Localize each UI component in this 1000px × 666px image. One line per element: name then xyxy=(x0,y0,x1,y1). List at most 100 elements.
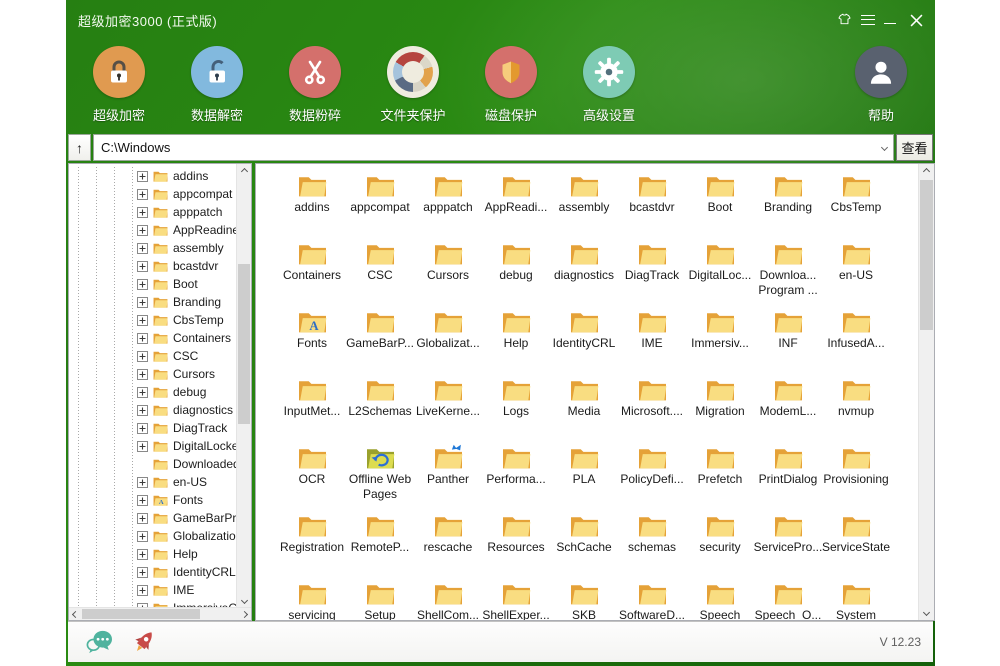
tree-expand-icon[interactable] xyxy=(137,243,148,254)
tree-item[interactable]: A DigitalLocker xyxy=(69,437,236,455)
file-grid-item[interactable]: A LiveKerne... xyxy=(414,376,482,444)
file-grid-item[interactable]: A IME xyxy=(618,308,686,376)
file-grid-item[interactable]: A AppReadi... xyxy=(482,172,550,240)
scrollbar-thumb[interactable] xyxy=(920,180,933,330)
toolbar-button-shred[interactable]: 数据粉碎 xyxy=(266,40,364,132)
tree-expand-icon[interactable] xyxy=(137,531,148,542)
file-grid-item[interactable]: A debug xyxy=(482,240,550,308)
file-grid-item[interactable]: A Media xyxy=(550,376,618,444)
toolbar-button-super-encrypt[interactable]: 超级加密 xyxy=(70,40,168,132)
scroll-up-button[interactable] xyxy=(919,164,934,179)
tree-item[interactable]: A en-US xyxy=(69,473,236,491)
file-grid-item[interactable]: A Microsoft.... xyxy=(618,376,686,444)
tree-expand-icon[interactable] xyxy=(137,297,148,308)
tree-expand-icon[interactable] xyxy=(137,261,148,272)
tree-item[interactable]: A Branding xyxy=(69,293,236,311)
file-grid-item[interactable]: A Speech xyxy=(686,580,754,620)
scroll-down-button[interactable] xyxy=(237,593,251,607)
tree-item[interactable]: A Boot xyxy=(69,275,236,293)
file-grid-item[interactable]: A Provisioning xyxy=(822,444,890,512)
chevron-down-icon[interactable] xyxy=(881,144,888,151)
main-menu-button[interactable] xyxy=(859,11,877,29)
tree-expand-icon[interactable] xyxy=(137,315,148,326)
file-grid-item[interactable]: A addins xyxy=(278,172,346,240)
tree-item[interactable]: A addins xyxy=(69,167,236,185)
tree-vertical-scrollbar[interactable] xyxy=(236,164,251,607)
toolbar-button-decrypt[interactable]: 数据解密 xyxy=(168,40,266,132)
toolbar-button-help[interactable]: 帮助 xyxy=(832,40,930,132)
tree-expand-icon[interactable] xyxy=(137,423,148,434)
tree-item[interactable]: A Cursors xyxy=(69,365,236,383)
grid-vertical-scrollbar[interactable] xyxy=(918,164,934,620)
tree-item[interactable]: A appcompat xyxy=(69,185,236,203)
scrollbar-thumb[interactable] xyxy=(82,609,200,619)
tree-item[interactable]: A Fonts xyxy=(69,491,236,509)
tree-expand-icon[interactable] xyxy=(137,207,148,218)
tree-item[interactable]: A bcastdvr xyxy=(69,257,236,275)
file-grid-item[interactable]: A appcompat xyxy=(346,172,414,240)
file-grid-item[interactable]: A RemoteP... xyxy=(346,512,414,580)
file-grid-item[interactable]: A Resources xyxy=(482,512,550,580)
scroll-left-button[interactable] xyxy=(69,608,82,620)
tree-expand-icon[interactable] xyxy=(137,171,148,182)
tree-item[interactable]: A IdentityCRL xyxy=(69,563,236,581)
file-grid-item[interactable]: A Containers xyxy=(278,240,346,308)
tree-item[interactable]: A diagnostics xyxy=(69,401,236,419)
file-grid-item[interactable]: A CSC xyxy=(346,240,414,308)
path-combobox[interactable]: C:\Windows xyxy=(93,134,894,161)
file-grid-item[interactable]: A Downloa... Program ... xyxy=(754,240,822,308)
file-grid-item[interactable]: A Speech_O... xyxy=(754,580,822,620)
tree-expand-icon[interactable] xyxy=(137,477,148,488)
file-grid-item[interactable]: A CbsTemp xyxy=(822,172,890,240)
file-grid-item[interactable]: A InfusedA... xyxy=(822,308,890,376)
boost-rocket-button[interactable] xyxy=(130,628,158,656)
file-grid-item[interactable]: A IdentityCRL xyxy=(550,308,618,376)
file-grid-item[interactable]: A ServicePro... xyxy=(754,512,822,580)
file-grid-item[interactable]: A Globalizat... xyxy=(414,308,482,376)
file-grid-item[interactable]: A Boot xyxy=(686,172,754,240)
tree-expand-icon[interactable] xyxy=(137,387,148,398)
skin-theme-button[interactable] xyxy=(835,11,853,29)
file-grid-item[interactable]: A Panther xyxy=(414,444,482,512)
file-grid-item[interactable]: A ShellCom... xyxy=(414,580,482,620)
toolbar-button-folder-protect[interactable]: 文件夹保护 xyxy=(364,40,462,132)
file-grid-item[interactable]: A Performa... xyxy=(482,444,550,512)
tree-expand-icon[interactable] xyxy=(137,279,148,290)
file-grid-item[interactable]: A INF xyxy=(754,308,822,376)
tree-expand-icon[interactable] xyxy=(137,513,148,524)
tree-item[interactable]: A DiagTrack xyxy=(69,419,236,437)
tree-item[interactable]: A AppReadiness xyxy=(69,221,236,239)
scroll-right-button[interactable] xyxy=(238,608,251,620)
file-grid-item[interactable]: A diagnostics xyxy=(550,240,618,308)
close-button[interactable] xyxy=(907,11,925,29)
scroll-down-button[interactable] xyxy=(919,605,934,620)
tree-expand-icon[interactable] xyxy=(137,369,148,380)
file-grid-item[interactable]: A Setup xyxy=(346,580,414,620)
tree-expand-icon[interactable] xyxy=(137,585,148,596)
file-grid-item[interactable]: A schemas xyxy=(618,512,686,580)
file-grid-item[interactable]: A Prefetch xyxy=(686,444,754,512)
file-grid-item[interactable]: A Fonts xyxy=(278,308,346,376)
file-grid-item[interactable]: A Logs xyxy=(482,376,550,444)
file-grid-item[interactable]: A Migration xyxy=(686,376,754,444)
file-grid-item[interactable]: A ServiceState xyxy=(822,512,890,580)
file-grid-item[interactable]: A PrintDialog xyxy=(754,444,822,512)
toolbar-button-disk-protect[interactable]: 磁盘保护 xyxy=(462,40,560,132)
tree-expand-icon[interactable] xyxy=(137,351,148,362)
file-grid-item[interactable]: A OCR xyxy=(278,444,346,512)
tree-item[interactable]: A CSC xyxy=(69,347,236,365)
file-grid-item[interactable]: A Offline Web Pages xyxy=(346,444,414,512)
file-grid-item[interactable]: A L2Schemas xyxy=(346,376,414,444)
file-grid-item[interactable]: A DiagTrack xyxy=(618,240,686,308)
file-grid-item[interactable]: A DigitalLoc... xyxy=(686,240,754,308)
tree-expand-icon[interactable] xyxy=(137,495,148,506)
up-folder-button[interactable]: ↑ xyxy=(68,134,91,161)
scrollbar-thumb[interactable] xyxy=(238,264,250,424)
tree-item[interactable]: A IME xyxy=(69,581,236,599)
file-grid-item[interactable]: A Registration xyxy=(278,512,346,580)
file-grid-item[interactable]: A servicing xyxy=(278,580,346,620)
file-grid-item[interactable]: A rescache xyxy=(414,512,482,580)
tree-item[interactable]: A ImmersiveControlPanel xyxy=(69,599,236,607)
file-grid-item[interactable]: A InputMet... xyxy=(278,376,346,444)
tree-item[interactable]: A GameBarPresenceWriter xyxy=(69,509,236,527)
